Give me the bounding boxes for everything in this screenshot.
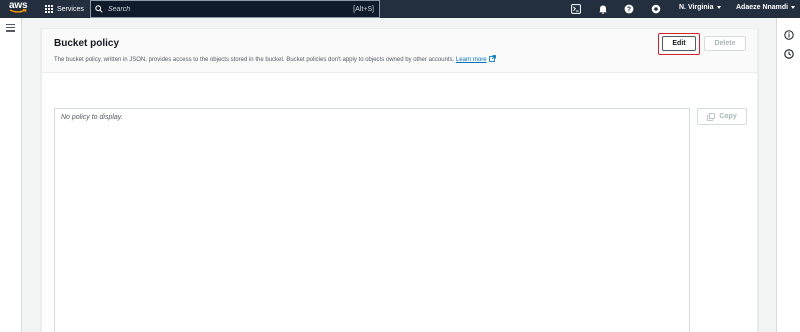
- gear-icon[interactable]: [649, 2, 663, 16]
- panel-header: [42, 29, 757, 73]
- region-selector[interactable]: N. Virginia: [679, 4, 721, 11]
- search-shortcut-hint: [Alt+S]: [353, 5, 374, 13]
- copy-button[interactable]: Copy: [697, 108, 747, 125]
- search-bar[interactable]: [Alt+S]: [90, 0, 380, 18]
- panel-description: The bucket policy, written in JSON, prov…: [54, 55, 496, 63]
- bucket-policy-panel: Bucket policy The bucket policy, written…: [41, 28, 758, 332]
- chevron-down-icon: [791, 5, 796, 9]
- grid-icon: [45, 5, 53, 13]
- panel-title: Bucket policy: [54, 38, 120, 49]
- svg-text:?: ?: [627, 6, 631, 13]
- services-label: Services: [57, 5, 84, 13]
- aws-smile-icon: [9, 9, 27, 13]
- hamburger-icon[interactable]: [6, 24, 15, 34]
- learn-more-link[interactable]: Learn more: [456, 57, 487, 63]
- info-icon[interactable]: [784, 27, 794, 40]
- copy-label: Copy: [719, 113, 737, 120]
- empty-policy-text: No policy to display.: [61, 114, 123, 121]
- search-input[interactable]: [108, 5, 308, 13]
- chevron-down-icon: [716, 5, 721, 9]
- external-link-icon[interactable]: [488, 55, 496, 62]
- services-menu-button[interactable]: Services: [45, 2, 84, 16]
- cloudshell-icon[interactable]: [569, 2, 583, 16]
- aws-logo[interactable]: aws: [9, 1, 29, 16]
- search-icon: [95, 5, 103, 13]
- region-label: N. Virginia: [679, 4, 714, 11]
- bell-icon[interactable]: [596, 2, 610, 16]
- left-side-rail: [0, 18, 22, 332]
- top-nav-bar: aws Services [Alt+S]: [0, 0, 800, 18]
- help-icon[interactable]: ?: [622, 2, 636, 16]
- learn-more-label: Learn more: [455, 57, 487, 63]
- clock-icon[interactable]: [784, 46, 794, 59]
- policy-viewer[interactable]: No policy to display.: [54, 108, 690, 332]
- right-side-rail: [776, 18, 800, 332]
- edit-button[interactable]: Edit: [662, 36, 696, 51]
- delete-button[interactable]: Delete: [704, 36, 746, 51]
- panel-description-text: The bucket policy, written in JSON, prov…: [54, 57, 455, 63]
- copy-icon: [707, 112, 716, 121]
- user-name-label: Adaeze Nnamdi: [736, 4, 789, 11]
- account-menu[interactable]: Adaeze Nnamdi: [736, 4, 796, 11]
